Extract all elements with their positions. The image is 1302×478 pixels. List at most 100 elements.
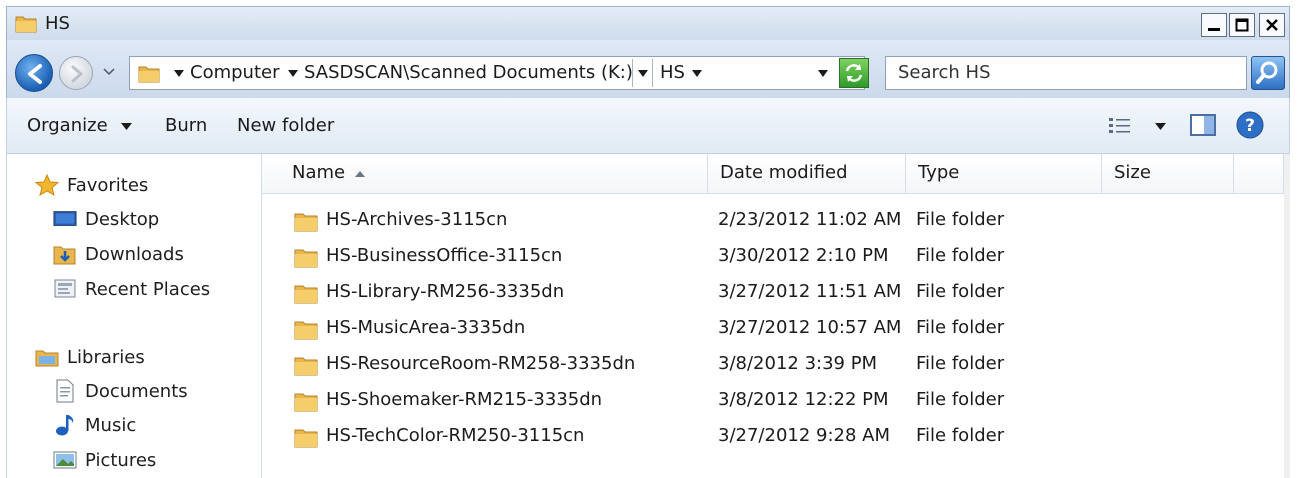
search-button[interactable] xyxy=(1251,56,1285,90)
back-button[interactable] xyxy=(15,54,53,92)
downloads-icon xyxy=(53,243,77,265)
star-icon xyxy=(35,174,59,196)
file-name: HS-MusicArea-3335dn xyxy=(326,317,526,338)
forward-button[interactable] xyxy=(59,56,93,90)
chevron-down-icon[interactable] xyxy=(288,70,298,78)
file-date: 2/23/2012 11:02 AM xyxy=(718,209,902,230)
refresh-button[interactable] xyxy=(839,58,869,88)
file-date: 3/8/2012 3:39 PM xyxy=(718,353,878,374)
search-placeholder: Search HS xyxy=(898,62,991,83)
arrow-left-icon xyxy=(28,64,42,84)
maximize-button[interactable] xyxy=(1229,13,1255,37)
arrow-right-icon xyxy=(71,65,84,83)
recent-places-icon xyxy=(53,278,77,300)
table-row[interactable]: HS-Library-RM256-3335dn 3/27/2012 11:51 A… xyxy=(262,275,1290,311)
nav-item-music[interactable]: Music xyxy=(53,412,136,438)
folder-icon xyxy=(294,429,318,448)
column-header-name[interactable]: Name xyxy=(262,154,708,194)
table-row[interactable]: HS-BusinessOffice-3115cn 3/30/2012 2:10 P… xyxy=(262,239,1290,275)
address-history-dropdown[interactable] xyxy=(818,70,828,78)
recent-pages-dropdown[interactable] xyxy=(103,68,115,76)
column-header-label: Type xyxy=(918,162,960,183)
organize-button[interactable]: Organize xyxy=(27,115,108,136)
music-icon xyxy=(53,414,77,436)
views-icon[interactable] xyxy=(1107,114,1133,138)
file-date: 3/27/2012 10:57 AM xyxy=(718,317,902,338)
nav-item-desktop[interactable]: Desktop xyxy=(53,206,159,232)
search-icon xyxy=(1256,61,1278,84)
close-button[interactable] xyxy=(1259,13,1285,37)
file-date: 3/8/2012 12:22 PM xyxy=(718,389,889,410)
file-name: HS-TechColor-RM250-3115cn xyxy=(326,425,585,446)
libraries-icon xyxy=(35,346,59,368)
new-folder-button[interactable]: New folder xyxy=(237,115,334,136)
folder-icon xyxy=(294,321,318,340)
file-date: 3/27/2012 9:28 AM xyxy=(718,425,891,446)
nav-item-documents[interactable]: Documents xyxy=(53,378,188,404)
nav-favorites-label: Favorites xyxy=(67,174,149,196)
file-name: HS-BusinessOffice-3115cn xyxy=(326,245,563,266)
nav-item-pictures[interactable]: Pictures xyxy=(53,447,156,473)
breadcrumb-computer[interactable]: Computer xyxy=(190,62,279,83)
column-header-spacer xyxy=(1234,154,1284,194)
nav-item-label: Downloads xyxy=(85,243,184,265)
column-header-date[interactable]: Date modified xyxy=(708,154,906,194)
file-date: 3/27/2012 11:51 AM xyxy=(718,281,902,302)
preview-pane-icon[interactable] xyxy=(1189,112,1217,138)
nav-item-recent-places[interactable]: Recent Places xyxy=(53,276,210,302)
pane-edge xyxy=(1284,154,1290,478)
navigation-pane: Favorites Desktop Downloads Recent Place… xyxy=(6,154,262,478)
command-bar: Organize Burn New folder ? xyxy=(6,98,1290,154)
table-row[interactable]: HS-Archives-3115cn 2/23/2012 11:02 AM File… xyxy=(262,203,1290,239)
column-header-label: Name xyxy=(292,162,346,183)
close-icon xyxy=(1266,19,1278,31)
file-name: HS-ResourceRoom-RM258-3335dn xyxy=(326,353,636,374)
sort-ascending-icon xyxy=(355,171,365,177)
maximize-icon xyxy=(1235,18,1249,32)
chevron-down-icon[interactable] xyxy=(692,70,702,78)
file-type: File folder xyxy=(916,389,1005,410)
table-row[interactable]: HS-MusicArea-3335dn 3/27/2012 10:57 AM Fil… xyxy=(262,311,1290,347)
minimize-button[interactable] xyxy=(1201,13,1227,37)
file-type: File folder xyxy=(916,353,1005,374)
file-name: HS-Archives-3115cn xyxy=(326,209,508,230)
title-bar: HS xyxy=(6,6,1290,40)
column-header-label: Date modified xyxy=(720,162,848,183)
folder-icon xyxy=(294,393,318,412)
file-type: File folder xyxy=(916,281,1005,302)
documents-icon xyxy=(53,379,77,403)
chevron-down-icon[interactable] xyxy=(121,123,132,131)
chevron-down-icon[interactable] xyxy=(638,70,648,78)
file-type: File folder xyxy=(916,317,1005,338)
nav-libraries-label: Libraries xyxy=(67,346,145,368)
svg-text:?: ? xyxy=(1245,116,1255,136)
chevron-down-icon[interactable] xyxy=(1155,123,1166,131)
nav-favorites[interactable]: Favorites xyxy=(35,172,148,198)
file-type: File folder xyxy=(916,209,1005,230)
file-name: HS-Shoemaker-RM215-3335dn xyxy=(326,389,603,410)
nav-libraries[interactable]: Libraries xyxy=(35,344,145,370)
table-row[interactable]: HS-TechColor-RM250-3115cn 3/27/2012 9:28 … xyxy=(262,419,1290,455)
file-list: Name Date modified Type Size HS-Archives… xyxy=(262,154,1290,478)
help-icon[interactable]: ? xyxy=(1235,110,1265,140)
column-header-type[interactable]: Type xyxy=(906,154,1102,194)
refresh-icon xyxy=(845,64,863,82)
column-header-size[interactable]: Size xyxy=(1102,154,1234,194)
breadcrumb-hs[interactable]: HS xyxy=(660,62,685,83)
table-row[interactable]: HS-ResourceRoom-RM258-3335dn 3/8/2012 3:3… xyxy=(262,347,1290,383)
search-input[interactable]: Search HS xyxy=(885,56,1247,90)
file-type: File folder xyxy=(916,245,1005,266)
nav-item-label: Desktop xyxy=(85,208,160,230)
chevron-down-icon[interactable] xyxy=(174,70,184,78)
folder-icon xyxy=(294,285,318,304)
nav-item-label: Pictures xyxy=(85,449,157,471)
crumb-separator xyxy=(652,59,653,87)
desktop-icon xyxy=(53,208,77,230)
table-row[interactable]: HS-Shoemaker-RM215-3335dn 3/8/2012 12:22 … xyxy=(262,383,1290,419)
folder-icon xyxy=(15,16,37,33)
address-box[interactable]: Computer SASDSCAN\Scanned Documents (K:)… xyxy=(129,56,865,90)
breadcrumb-drive[interactable]: SASDSCAN\Scanned Documents (K:) xyxy=(304,62,633,83)
nav-item-downloads[interactable]: Downloads xyxy=(53,241,184,267)
nav-item-label: Documents xyxy=(85,380,188,402)
burn-button[interactable]: Burn xyxy=(165,115,207,136)
